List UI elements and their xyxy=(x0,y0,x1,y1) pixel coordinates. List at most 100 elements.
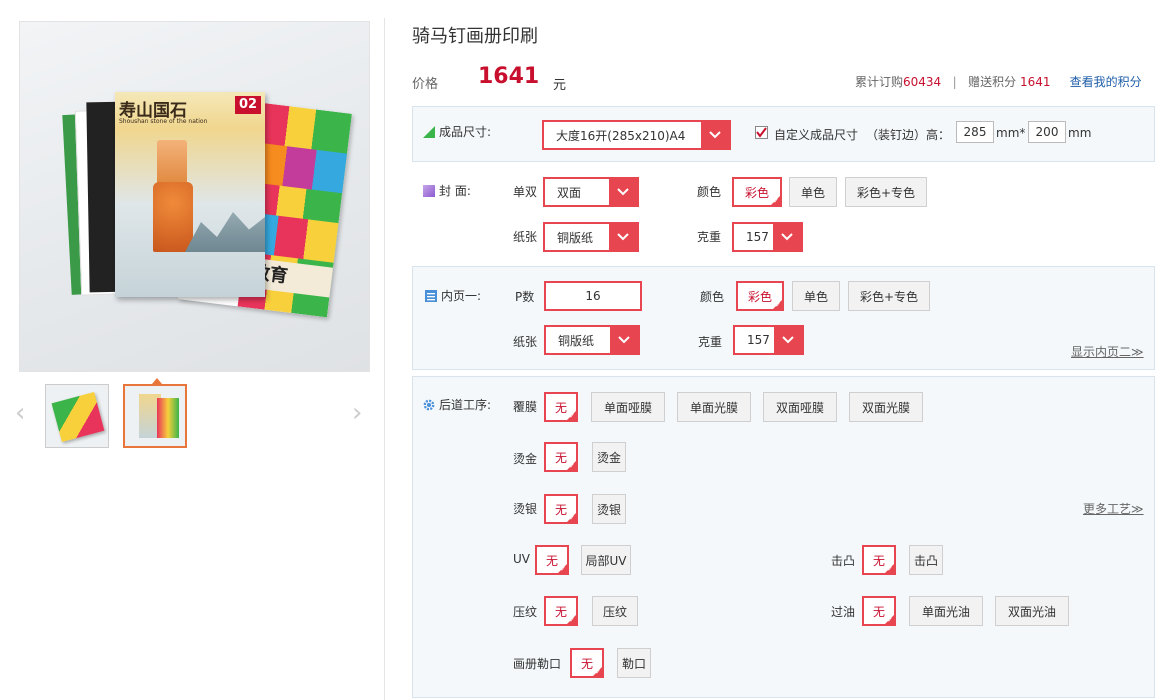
ruler-icon xyxy=(423,126,435,138)
cover-weight-select[interactable]: 157 xyxy=(732,222,803,252)
cover-icon xyxy=(423,185,435,197)
chevron-down-icon xyxy=(774,327,802,353)
cover-weight-value: 157 xyxy=(746,230,769,244)
width-input[interactable]: 200 xyxy=(1028,121,1066,143)
size-select-value: 大度16开(285x210)A4 xyxy=(556,128,686,143)
gear-icon xyxy=(423,399,435,411)
custom-size-checkbox[interactable] xyxy=(755,126,768,139)
lamination-option[interactable]: 单面哑膜 xyxy=(591,392,665,422)
inner-color-option[interactable]: 彩色 ✓ xyxy=(736,281,784,311)
uv-none[interactable]: 无 ✓ xyxy=(535,545,569,575)
currency-label: 元 xyxy=(553,78,567,93)
emboss-option[interactable]: 击凸 xyxy=(909,545,943,575)
crease-none[interactable]: 无 ✓ xyxy=(570,648,604,678)
orders-count: 60434 xyxy=(903,75,942,89)
size-select[interactable]: 大度16开(285x210)A4 xyxy=(542,120,731,150)
cover-color-label: 颜色 xyxy=(697,185,722,199)
orders-label: 累计订购 xyxy=(855,75,904,89)
inner-section-label: 内页一: xyxy=(425,287,481,304)
inner-color-option[interactable]: 单色 xyxy=(792,281,840,311)
price-value: 1641 xyxy=(478,64,540,89)
chevron-right-icon[interactable]: › xyxy=(352,398,362,428)
cover-sides-label: 单双 xyxy=(513,185,538,199)
chevron-down-icon xyxy=(609,179,637,205)
chevron-left-icon[interactable]: ‹ xyxy=(15,398,25,428)
stats-separator: | xyxy=(952,75,957,89)
cover-color-option[interactable]: 彩色+专色 xyxy=(845,177,927,207)
list-icon xyxy=(425,290,437,302)
chevron-down-icon xyxy=(701,122,729,148)
mm-times-label: mm* xyxy=(996,126,1026,140)
uv-option[interactable]: 局部UV xyxy=(581,545,631,575)
crease-label: 画册勒口 xyxy=(513,657,562,671)
divider xyxy=(384,18,385,700)
cover-section-label: 封 面: xyxy=(423,182,471,199)
uv-label: UV xyxy=(513,552,530,566)
order-stats: 累计订购60434 | 赠送积分 1641 查看我的积分 xyxy=(855,73,1142,90)
cover-paper-value: 铜版纸 xyxy=(557,230,594,245)
inner-color-option[interactable]: 彩色+专色 xyxy=(848,281,930,311)
cover-sides-value: 双面 xyxy=(557,185,582,200)
varnish-option[interactable]: 单面光油 xyxy=(909,596,983,626)
crease-option[interactable]: 勒口 xyxy=(617,648,651,678)
inner-paper-label: 纸张 xyxy=(513,335,538,349)
inner-pages-input[interactable]: 16 xyxy=(544,281,642,311)
varnish-label: 过油 xyxy=(831,605,856,619)
main-product-image: 教育 寿山国石 02 Shoushan stone of the nation xyxy=(19,21,370,372)
lamination-label: 覆膜 xyxy=(513,400,538,414)
show-inner-two-link[interactable]: 显示内页二≫ xyxy=(1071,343,1144,360)
cover-sides-select[interactable]: 双面 xyxy=(543,177,639,207)
height-input[interactable]: 285 xyxy=(956,121,994,143)
texture-none[interactable]: 无 ✓ xyxy=(544,596,578,626)
more-processes-link[interactable]: 更多工艺≫ xyxy=(1083,500,1144,517)
front-magazine: 寿山国石 02 Shoushan stone of the nation xyxy=(115,92,265,297)
my-points-link[interactable]: 查看我的积分 xyxy=(1070,75,1142,89)
gold-foil-label: 烫金 xyxy=(513,452,538,466)
chevron-down-icon xyxy=(610,327,638,353)
varnish-option[interactable]: 双面光油 xyxy=(995,596,1069,626)
cover-paper-select[interactable]: 铜版纸 xyxy=(543,222,639,252)
gold-foil-option[interactable]: 烫金 xyxy=(592,442,626,472)
emboss-label: 击凸 xyxy=(831,554,856,568)
texture-label: 压纹 xyxy=(513,605,538,619)
finishing-panel xyxy=(412,376,1155,698)
inner-paper-value: 铜版纸 xyxy=(558,333,595,348)
mm-label: mm xyxy=(1068,126,1092,140)
checkmark-icon xyxy=(756,127,767,138)
size-section-label: 成品尺寸: xyxy=(423,123,491,140)
inner-weight-select[interactable]: 157 xyxy=(733,325,804,355)
custom-size-label: 自定义成品尺寸 xyxy=(774,128,859,142)
product-title: 骑马钉画册印刷 xyxy=(412,26,538,47)
varnish-none[interactable]: 无 ✓ xyxy=(862,596,896,626)
cover-weight-label: 克重 xyxy=(697,230,722,244)
lamination-option[interactable]: 双面光膜 xyxy=(849,392,923,422)
cover-subtitle: Shoushan stone of the nation xyxy=(119,118,208,125)
inner-weight-value: 157 xyxy=(747,333,770,347)
silver-foil-none[interactable]: 无 ✓ xyxy=(544,494,578,524)
lamination-option[interactable]: 双面哑膜 xyxy=(763,392,837,422)
inner-pages-label: P数 xyxy=(515,290,535,304)
finishing-section-label: 后道工序: xyxy=(423,396,491,413)
cover-paper-label: 纸张 xyxy=(513,230,538,244)
chevron-down-icon xyxy=(609,224,637,250)
lamination-none[interactable]: 无 ✓ xyxy=(544,392,578,422)
points-label: 赠送积分 xyxy=(968,75,1017,89)
gold-foil-none[interactable]: 无 ✓ xyxy=(544,442,578,472)
points-count: 1641 xyxy=(1020,75,1051,89)
silver-foil-option[interactable]: 烫银 xyxy=(592,494,626,524)
inner-paper-select[interactable]: 铜版纸 xyxy=(544,325,640,355)
thumbnail-1[interactable] xyxy=(45,384,109,448)
binding-edge-label: （装钉边）高： xyxy=(866,128,951,142)
chevron-down-icon xyxy=(773,224,801,250)
silver-foil-label: 烫银 xyxy=(513,502,538,516)
cover-color-option[interactable]: 单色 xyxy=(789,177,837,207)
cover-color-option[interactable]: 彩色 ✓ xyxy=(732,177,782,207)
thumbnail-2[interactable] xyxy=(123,384,187,448)
emboss-none[interactable]: 无 ✓ xyxy=(862,545,896,575)
cover-issue: 02 xyxy=(235,96,261,114)
texture-option[interactable]: 压纹 xyxy=(592,596,638,626)
inner-color-label: 颜色 xyxy=(700,290,725,304)
inner-weight-label: 克重 xyxy=(698,335,723,349)
lamination-option[interactable]: 单面光膜 xyxy=(677,392,751,422)
price-label: 价格 xyxy=(412,77,439,92)
